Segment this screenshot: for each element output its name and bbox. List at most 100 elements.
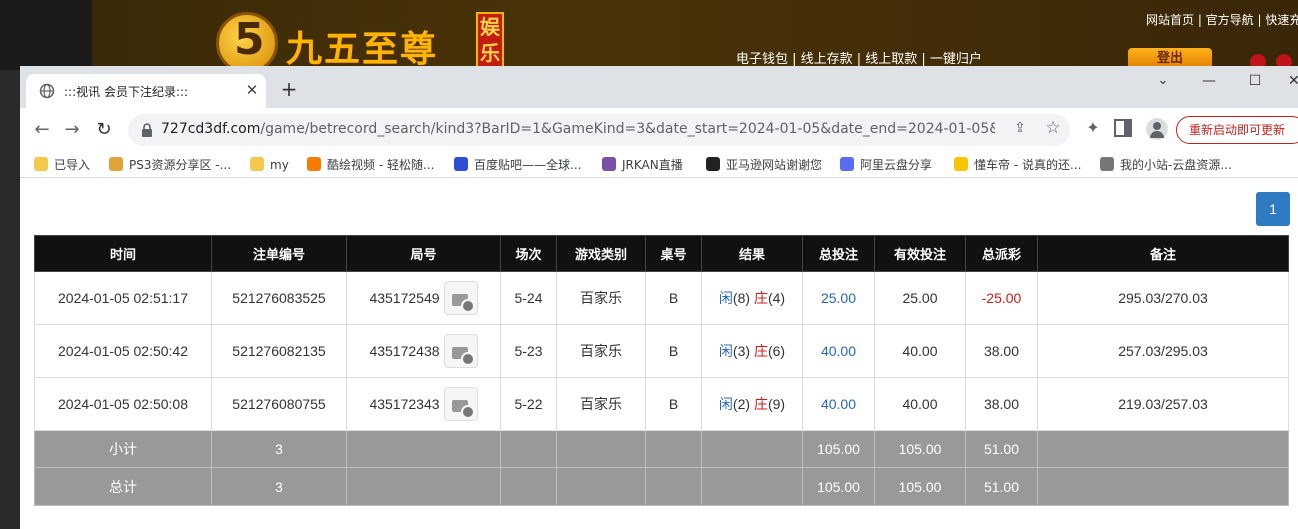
game-type: 百家乐 xyxy=(556,324,646,378)
banker-score: (6) xyxy=(767,343,786,359)
valid-bet: 40.00 xyxy=(874,377,966,431)
player-label: 闲 xyxy=(718,290,733,306)
bookmark-label: JRKAN直播 xyxy=(622,158,683,172)
side-panel-icon[interactable] xyxy=(1114,119,1132,137)
column-header: 局号 xyxy=(346,235,501,272)
bet-id: 521276080755 xyxy=(211,377,347,431)
forward-icon[interactable]: → xyxy=(60,118,84,142)
back-icon[interactable]: ← xyxy=(30,118,54,142)
page-number-button[interactable]: 1 xyxy=(1256,192,1290,226)
subtotal-payout: 51.00 xyxy=(965,430,1038,468)
site-logo-badge: 娱乐 xyxy=(476,12,504,68)
valid-bet: 40.00 xyxy=(874,324,966,378)
site-top-nav[interactable]: 网站首页 | 官方导航 | 快速充 xyxy=(1146,11,1298,28)
subtotal-total-bet: 105.00 xyxy=(802,430,875,468)
result: 闲(2) 庄(9) xyxy=(701,377,803,431)
baidu-paw-icon xyxy=(454,157,468,171)
payout: 38.00 xyxy=(965,324,1038,378)
empty-cell xyxy=(701,430,803,468)
bookmark-label: 已导入 xyxy=(54,158,91,172)
total-bet: 40.00 xyxy=(802,377,875,431)
bookmark-label: 酷绘视频 - 轻松随... xyxy=(327,158,435,172)
result: 闲(8) 庄(4) xyxy=(701,271,803,325)
bookmark-item[interactable]: PS3资源分享区 -... xyxy=(109,156,231,174)
game-type: 百家乐 xyxy=(556,377,646,431)
restart-to-update-button[interactable]: 重新启动即可更新 xyxy=(1176,116,1298,144)
reload-icon[interactable]: ↻ xyxy=(92,118,116,142)
bookmark-item[interactable]: 酷绘视频 - 轻松随... xyxy=(307,156,434,174)
car-site-icon xyxy=(954,157,968,171)
bookmark-item[interactable]: 已导入 xyxy=(34,156,90,174)
total-row: 总计 3 105.00 105.00 51.00 xyxy=(34,467,1289,506)
bookmark-item[interactable]: 我的小站-云盘资源... xyxy=(1100,156,1232,174)
active-tab[interactable]: :::视讯 会员下注纪录::: ✕ xyxy=(26,74,266,108)
banker-label: 庄 xyxy=(753,290,768,306)
bet-time: 2024-01-05 02:50:08 xyxy=(34,377,212,431)
empty-cell xyxy=(645,467,702,506)
empty-cell xyxy=(346,430,501,468)
empty-cell xyxy=(701,467,803,506)
bookmark-item[interactable]: 百度贴吧——全球... xyxy=(454,156,581,174)
video-replay-icon[interactable] xyxy=(443,334,478,368)
bookmark-label: 我的小站-云盘资源... xyxy=(1120,158,1232,172)
column-header: 结果 xyxy=(701,235,803,272)
globe-icon xyxy=(1100,157,1114,171)
total-valid-bet: 105.00 xyxy=(874,467,966,506)
subtotal-count: 3 xyxy=(211,430,347,468)
bookmark-star-icon[interactable]: ☆ xyxy=(1042,118,1064,140)
tab-search-icon[interactable]: ⌄ xyxy=(1152,70,1174,92)
bookmark-item[interactable]: 亚马逊网站谢谢您 xyxy=(706,156,822,174)
bookmark-label: 阿里云盘分享 xyxy=(860,158,933,172)
bookmark-item[interactable]: 懂车帝 - 说真的还... xyxy=(954,156,1081,174)
bookmark-label: 懂车帝 - 说真的还... xyxy=(974,158,1082,172)
total-total-bet: 105.00 xyxy=(802,467,875,506)
share-icon[interactable]: ⇪ xyxy=(1010,120,1030,140)
close-tab-icon[interactable]: ✕ xyxy=(242,80,262,100)
total-label: 总计 xyxy=(34,467,212,506)
bookmarks-bar: 已导入 PS3资源分享区 -... my 酷绘视频 - 轻松随... 百度贴吧—… xyxy=(20,152,1298,178)
table-row: 2024-01-05 02:51:17 521276083525 4351725… xyxy=(34,271,1289,325)
result: 闲(3) 庄(6) xyxy=(701,324,803,378)
browser-window: :::视讯 会员下注纪录::: ✕ + ⌄ — ☐ ✕ ← → ↻ 727cd3… xyxy=(20,66,1298,529)
banker-score: (9) xyxy=(767,396,786,412)
tab-title: :::视讯 会员下注纪录::: xyxy=(64,85,189,99)
url-text[interactable]: 727cd3df.com/game/betrecord_search/kind3… xyxy=(161,121,995,137)
table-number: B xyxy=(645,377,702,431)
subtotal-valid-bet: 105.00 xyxy=(874,430,966,468)
video-replay-icon[interactable] xyxy=(443,387,478,421)
bookmark-label: PS3资源分享区 -... xyxy=(129,158,232,172)
bookmark-item[interactable]: 阿里云盘分享 xyxy=(840,156,932,174)
minimize-icon[interactable]: — xyxy=(1198,70,1220,92)
new-tab-icon[interactable]: + xyxy=(278,78,300,100)
extensions-icon[interactable]: ✦ xyxy=(1082,118,1104,140)
lock-icon xyxy=(142,123,152,137)
bet-id: 521276083525 xyxy=(211,271,347,325)
site-account-nav[interactable]: 电子钱包 | 线上存款 | 线上取款 | 一键归户 xyxy=(736,48,982,67)
site-logo-text: 九五至尊 xyxy=(286,28,439,70)
profile-avatar-icon[interactable] xyxy=(1146,118,1168,140)
balance-note: 295.03/270.03 xyxy=(1037,271,1289,325)
empty-cell xyxy=(556,430,646,468)
banker-label: 庄 xyxy=(753,396,768,412)
player-score: (3) xyxy=(732,343,751,359)
subtotal-row: 小计 3 105.00 105.00 51.00 xyxy=(34,430,1289,468)
bookmark-item[interactable]: my xyxy=(250,156,289,174)
round-number: 435172343 xyxy=(369,396,440,412)
close-window-icon[interactable]: ✕ xyxy=(1288,70,1298,92)
table-row: 2024-01-05 02:50:08 521276080755 4351723… xyxy=(34,377,1289,431)
ps3-site-icon xyxy=(109,157,123,171)
bookmark-item[interactable]: JRKAN直播 xyxy=(602,156,683,174)
valid-bet: 25.00 xyxy=(874,271,966,325)
table-number: B xyxy=(645,271,702,325)
balance-note: 219.03/257.03 xyxy=(1037,377,1289,431)
empty-cell xyxy=(500,467,557,506)
address-bar[interactable]: 727cd3df.com/game/betrecord_search/kind3… xyxy=(128,114,1070,146)
empty-cell xyxy=(645,430,702,468)
column-header: 总投注 xyxy=(802,235,875,272)
video-replay-icon[interactable] xyxy=(443,281,478,315)
table-row: 2024-01-05 02:50:42 521276082135 4351724… xyxy=(34,324,1289,378)
banker-label: 庄 xyxy=(753,343,768,359)
subtotal-label: 小计 xyxy=(34,430,212,468)
table-number: B xyxy=(645,324,702,378)
maximize-icon[interactable]: ☐ xyxy=(1244,70,1266,92)
